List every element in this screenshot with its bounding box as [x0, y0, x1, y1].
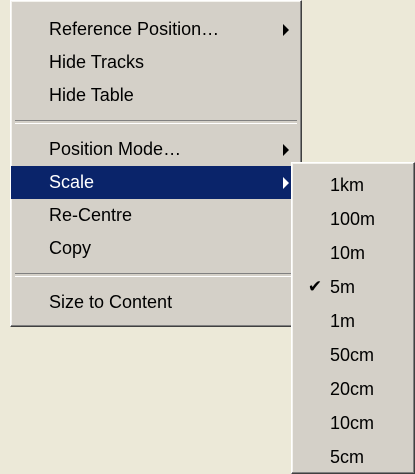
- menu-item-reference-position[interactable]: Reference Position…: [11, 13, 301, 46]
- menu-item-label: Scale: [49, 172, 95, 192]
- scale-option-label: 1m: [330, 311, 356, 331]
- menu-item-scale[interactable]: Scale: [11, 166, 301, 199]
- menu-item-label: Copy: [49, 238, 92, 258]
- scale-submenu: 1km 100m 10m ✔ 5m 1m 50cm 20cm 10cm 5cm: [291, 162, 415, 474]
- submenu-arrow-icon: [283, 176, 289, 189]
- scale-option-10cm[interactable]: 10cm: [292, 406, 414, 440]
- menu-item-re-centre[interactable]: Re-Centre: [11, 199, 301, 232]
- scale-option-label: 10cm: [330, 413, 375, 433]
- menu-item-label: Size to Content: [49, 292, 173, 312]
- menu-item-label: Reference Position…: [49, 19, 220, 39]
- submenu-arrow-icon: [283, 143, 289, 156]
- menu-item-label: Position Mode…: [49, 139, 182, 159]
- scale-option-20cm[interactable]: 20cm: [292, 372, 414, 406]
- scale-option-1m[interactable]: 1m: [292, 304, 414, 338]
- menu-item-label: Re-Centre: [49, 205, 133, 225]
- submenu-arrow-icon: [283, 23, 289, 36]
- scale-option-label: 10m: [330, 243, 366, 263]
- scale-option-1km[interactable]: 1km: [292, 168, 414, 202]
- scale-option-5m[interactable]: ✔ 5m: [292, 270, 414, 304]
- scale-option-label: 1km: [330, 175, 365, 195]
- scale-option-5cm[interactable]: 5cm: [292, 440, 414, 474]
- menu-item-hide-tracks[interactable]: Hide Tracks: [11, 46, 301, 79]
- scale-option-50cm[interactable]: 50cm: [292, 338, 414, 372]
- scale-option-label: 5m: [330, 277, 356, 297]
- menu-item-label: Hide Tracks: [49, 52, 145, 72]
- menu-item-size-to-content[interactable]: Size to Content: [11, 286, 301, 319]
- menu-item-label: Hide Table: [49, 85, 134, 105]
- menu-separator: [15, 120, 297, 124]
- scale-option-100m[interactable]: 100m: [292, 202, 414, 236]
- checkmark-icon: ✔: [307, 277, 323, 296]
- menu-item-position-mode[interactable]: Position Mode…: [11, 133, 301, 166]
- scale-option-label: 5cm: [330, 447, 365, 467]
- context-menu: Reference Position… Hide Tracks Hide Tab…: [10, 0, 302, 327]
- scale-option-label: 50cm: [330, 345, 375, 365]
- menu-item-copy[interactable]: Copy: [11, 232, 301, 265]
- menu-item-hide-table[interactable]: Hide Table: [11, 79, 301, 112]
- menu-separator: [15, 273, 297, 277]
- scale-option-10m[interactable]: 10m: [292, 236, 414, 270]
- scale-option-label: 20cm: [330, 379, 375, 399]
- scale-option-label: 100m: [330, 209, 376, 229]
